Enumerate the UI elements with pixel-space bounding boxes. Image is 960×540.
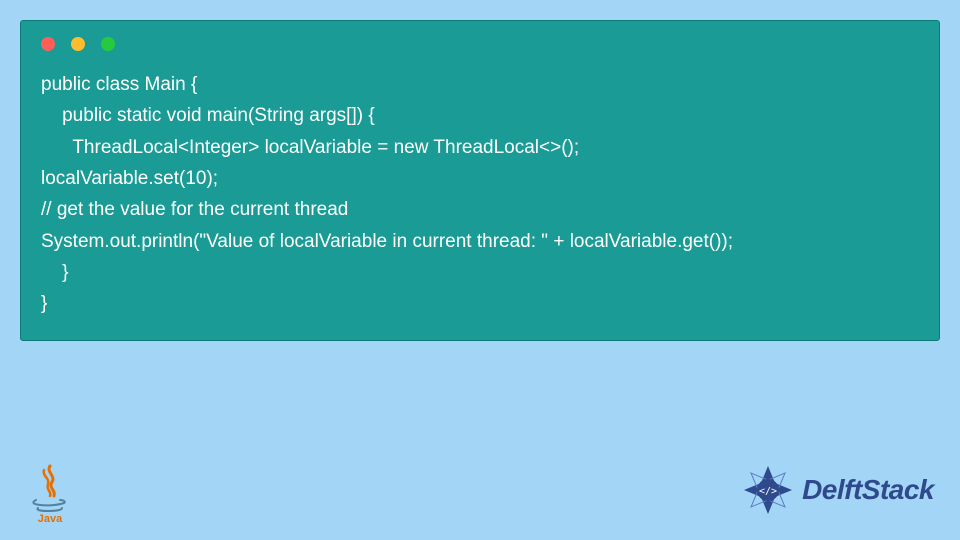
delftstack-logo-text: DelftStack xyxy=(802,474,934,506)
window-titlebar xyxy=(21,21,939,61)
java-logo-icon: Java xyxy=(26,462,74,524)
code-block: public class Main { public static void m… xyxy=(21,61,939,340)
minimize-icon xyxy=(71,37,85,51)
code-window: public class Main { public static void m… xyxy=(20,20,940,341)
java-logo-text: Java xyxy=(38,513,63,524)
svg-text:</>: </> xyxy=(759,486,777,497)
close-icon xyxy=(41,37,55,51)
delftstack-star-icon: </> xyxy=(740,462,796,518)
maximize-icon xyxy=(101,37,115,51)
delftstack-logo: </> DelftStack xyxy=(740,462,934,518)
